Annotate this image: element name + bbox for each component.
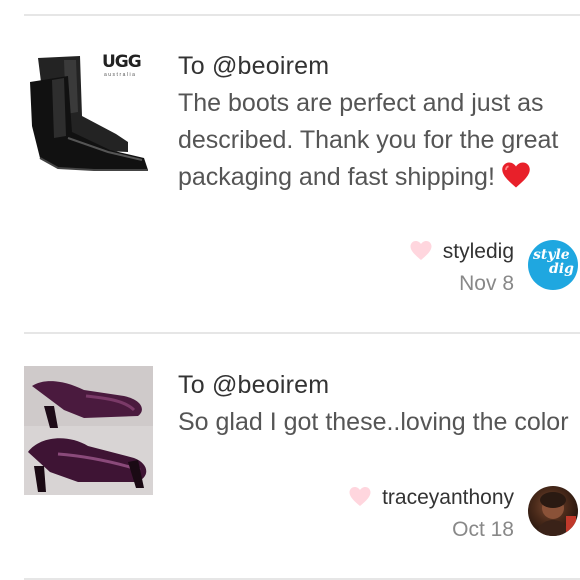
like-heart-icon[interactable] <box>409 240 433 261</box>
heart-emoji-icon <box>502 162 530 188</box>
review-divider <box>24 332 580 334</box>
recipient-label: To @beoirem <box>178 371 330 399</box>
reviewer-username[interactable]: styledig <box>443 240 514 263</box>
brand-logo: UGG <box>102 52 142 72</box>
avatar[interactable] <box>528 486 578 536</box>
review-meta: traceyanthony Oct 18 <box>348 486 514 542</box>
product-image-heels[interactable] <box>24 366 153 495</box>
avatar-text-line2: dig <box>549 261 574 277</box>
reviewer-line: styledig <box>409 240 514 264</box>
like-heart-icon[interactable] <box>348 486 372 507</box>
brand-logo-sub: australia <box>104 72 137 78</box>
recipient-label: To @beoirem <box>178 52 330 80</box>
review-meta: styledig Nov 8 <box>409 240 514 296</box>
heels-image <box>24 366 153 495</box>
reviewer-line: traceyanthony <box>348 486 514 510</box>
review-message: The boots are perfect and just as descri… <box>178 85 578 196</box>
product-image-boots[interactable]: UGG australia <box>24 46 153 175</box>
avatar[interactable]: style dig <box>528 240 578 290</box>
reviewer-username[interactable]: traceyanthony <box>382 486 514 509</box>
avatar-text: style dig <box>533 248 574 276</box>
top-divider <box>24 14 580 16</box>
review-date: Nov 8 <box>459 272 514 295</box>
review-message-text: So glad I got these..loving the color <box>178 408 569 436</box>
avatar-photo <box>536 492 576 536</box>
review-message: So glad I got these..loving the color <box>178 404 578 441</box>
review-date: Oct 18 <box>452 518 514 541</box>
